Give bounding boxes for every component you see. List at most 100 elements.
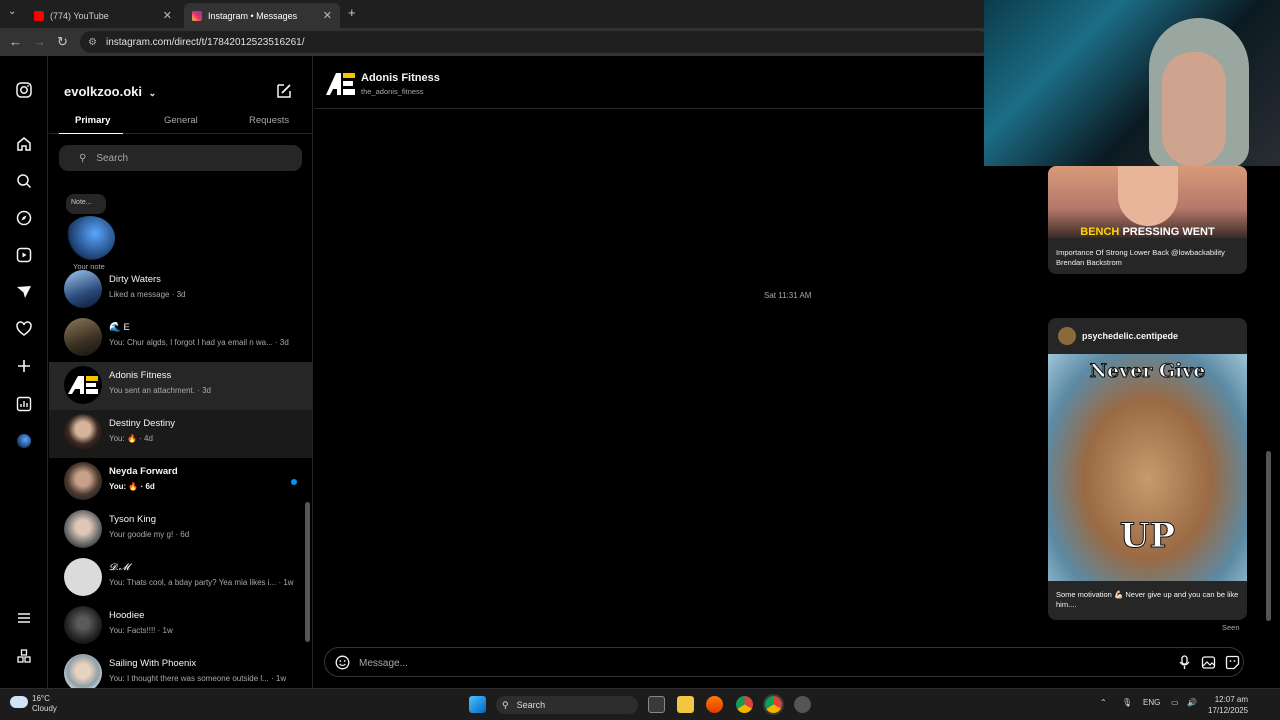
post-overlay-text: BENCH PRESSING WENT [1080, 226, 1215, 238]
tab-label: (774) YouTube [50, 10, 109, 21]
tab-instagram[interactable]: Instagram • Messages ✕ [184, 3, 340, 28]
image-upload-icon[interactable] [1201, 655, 1216, 670]
message-input[interactable] [359, 654, 1059, 672]
conversation-scrollbar[interactable] [1266, 451, 1271, 621]
new-tab-button[interactable]: + [348, 5, 356, 20]
thread-list-panel: evolkzoo.oki ⌄ Primary General Requests … [49, 56, 313, 688]
instagram-logo-icon[interactable] [14, 80, 34, 100]
start-icon[interactable] [469, 696, 486, 713]
explore-icon[interactable] [14, 208, 34, 228]
tray-chevron-icon[interactable]: ⌃ [1100, 698, 1107, 707]
inbox-tabs: Primary General Requests [49, 110, 312, 134]
tab-list-icon[interactable]: ⌄ [8, 6, 16, 17]
avatar [64, 654, 102, 688]
thread-preview: You: Chur algds, I forgot I had ya email… [109, 338, 289, 347]
weather-temp: 16°C [32, 694, 50, 703]
thread-row[interactable]: 𝓓.𝓜 You: Thats cool, a bday party? Yea m… [49, 554, 312, 602]
app-icon[interactable] [706, 696, 723, 713]
thread-preview: You: I thought there was someone outside… [109, 674, 287, 683]
microphone-icon[interactable] [1177, 655, 1192, 670]
shared-reel-card[interactable]: psychedelic.centipede Never Give UP Some… [1048, 318, 1247, 620]
chrome-active-icon[interactable] [765, 696, 782, 713]
tab-youtube[interactable]: (774) YouTube ✕ [26, 3, 180, 28]
url-text: instagram.com/direct/t/17842012523516261… [106, 36, 305, 48]
avatar [64, 414, 102, 452]
avatar [64, 510, 102, 548]
adonis-logo-avatar [64, 366, 102, 404]
thread-row[interactable]: Destiny Destiny You: 🔥 · 4d [49, 410, 312, 458]
site-info-icon[interactable]: ⚙ [88, 37, 100, 48]
microphone-tray-icon[interactable]: 🎙 [1122, 698, 1132, 707]
thread-name: 🌊 E [109, 322, 130, 333]
dashboard-icon[interactable] [14, 394, 34, 414]
create-icon[interactable] [14, 356, 34, 376]
thread-row[interactable]: Sailing With Phoenix You: I thought ther… [49, 650, 312, 688]
your-note-avatar[interactable] [65, 216, 115, 260]
thread-row[interactable]: Dirty Waters Liked a message · 3d [49, 266, 312, 314]
thread-preview: You: Facts!!!! · 1w [109, 626, 173, 635]
weather-widget[interactable]: 16°C Cloudy [10, 694, 57, 714]
file-explorer-icon[interactable] [677, 696, 694, 713]
volume-icon[interactable]: 🔊 [1187, 698, 1197, 707]
thread-name: Neyda Forward [109, 466, 178, 477]
system-clock[interactable]: 12:07 am 17/12/2025 [1208, 694, 1248, 716]
reload-icon[interactable]: ↻ [57, 34, 68, 50]
thread-preview: You: Thats cool, a bday party? Yea mia l… [109, 578, 294, 587]
back-icon[interactable]: ← [9, 34, 22, 49]
emoji-icon[interactable] [335, 655, 350, 670]
close-icon[interactable]: ✕ [163, 9, 172, 22]
thread-row-selected[interactable]: Adonis Fitness You sent an attachment. ·… [49, 362, 312, 410]
network-icon[interactable]: ▭ [1171, 698, 1179, 707]
instagram-icon [192, 10, 202, 21]
search-icon: ⚲ [79, 152, 87, 164]
messages-icon[interactable] [14, 282, 34, 302]
post-thumbnail-face [1118, 166, 1178, 226]
home-icon[interactable] [14, 134, 34, 154]
url-field[interactable]: ⚙ instagram.com/direct/t/178420125235162… [80, 31, 990, 53]
tab-requests[interactable]: Requests [249, 115, 289, 126]
seen-indicator: Seen [1222, 623, 1240, 632]
tab-primary[interactable]: Primary [75, 115, 110, 126]
new-message-icon[interactable] [275, 82, 293, 100]
settings-icon[interactable] [794, 696, 811, 713]
unread-dot [291, 479, 297, 485]
shared-post-card[interactable]: BENCH PRESSING WENT Importance Of Strong… [1048, 166, 1247, 274]
taskbar-search[interactable]: ⚲ Search [496, 696, 638, 714]
sticker-icon[interactable] [1225, 655, 1240, 670]
message-timestamp: Sat 11:31 AM [764, 291, 812, 300]
tab-general[interactable]: General [164, 115, 198, 126]
task-view-icon[interactable] [648, 696, 665, 713]
profile-avatar[interactable] [14, 431, 34, 451]
post-author-avatar [1058, 327, 1076, 345]
adonis-logo-icon [326, 73, 355, 95]
notifications-heart-icon[interactable] [14, 319, 34, 339]
search-input[interactable]: ⚲ Search [59, 145, 302, 171]
thread-name: Dirty Waters [109, 274, 161, 285]
avatar [64, 270, 102, 308]
thread-name: Sailing With Phoenix [109, 658, 197, 669]
reels-icon[interactable] [14, 245, 34, 265]
thread-name: 𝓓.𝓜 [109, 562, 130, 573]
account-switcher[interactable]: evolkzoo.oki ⌄ [64, 84, 156, 99]
close-icon[interactable]: ✕ [323, 9, 332, 22]
search-icon[interactable] [14, 171, 34, 191]
menu-icon[interactable] [14, 608, 34, 628]
thread-row[interactable]: 🌊 E You: Chur algds, I forgot I had ya e… [49, 314, 312, 362]
active-tab-underline [59, 133, 123, 134]
language-indicator[interactable]: ENG [1143, 698, 1160, 707]
chevron-down-icon: ⌄ [148, 88, 157, 98]
message-composer [324, 647, 1244, 677]
tab-label: Instagram • Messages [208, 10, 298, 21]
note-bubble[interactable]: Note... [66, 194, 106, 214]
thread-row[interactable]: Hoodiee You: Facts!!!! · 1w [49, 602, 312, 650]
thread-row[interactable]: Tyson King Your goodie my g! · 6d [49, 506, 312, 554]
post-caption: Some motivation 💪🏻 Never give up and you… [1056, 590, 1239, 609]
chrome-icon[interactable] [736, 696, 753, 713]
search-placeholder: Search [96, 152, 129, 164]
reel-overlay-bottom: UP [1119, 516, 1176, 557]
thread-preview: You sent an attachment. · 3d [109, 386, 211, 395]
thread-list-scrollbar[interactable] [305, 502, 310, 642]
forward-icon[interactable]: → [33, 34, 46, 49]
thread-row[interactable]: Neyda Forward You: 🔥 · 6d [49, 458, 312, 506]
also-from-meta-icon[interactable] [14, 646, 34, 666]
